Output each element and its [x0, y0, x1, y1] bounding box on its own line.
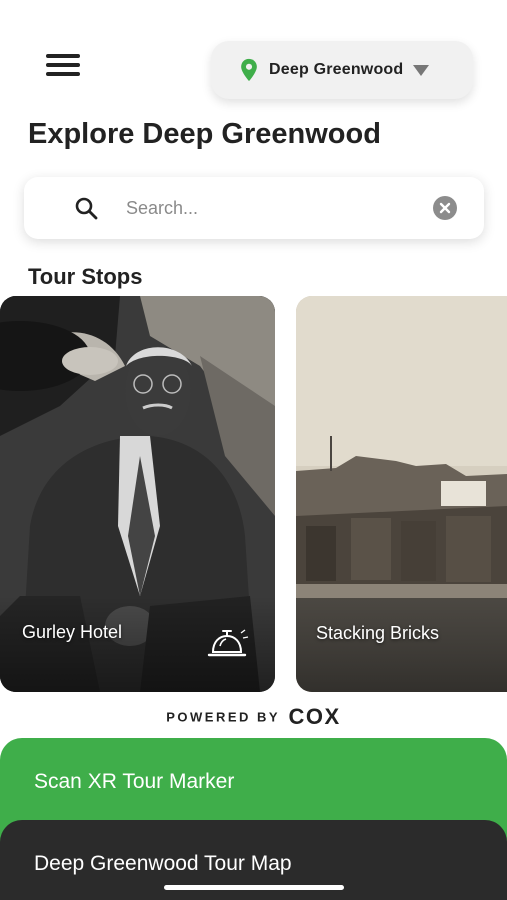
- tour-stop-card-gurley-hotel[interactable]: Gurley Hotel: [0, 296, 275, 692]
- brand-logo: COX: [288, 704, 341, 729]
- powered-by: POWERED BY COX: [0, 704, 507, 730]
- search-input[interactable]: [126, 193, 426, 223]
- search-icon: [75, 197, 98, 220]
- location-name: Deep Greenwood: [269, 61, 404, 78]
- card-label: Gurley Hotel: [22, 622, 123, 642]
- hamburger-menu-icon[interactable]: [44, 52, 84, 78]
- scan-button-label: Scan XR Tour Marker: [34, 770, 235, 793]
- clear-circle-icon[interactable]: [433, 196, 457, 220]
- tour-stops-heading: Tour Stops: [28, 264, 143, 289]
- tour-stop-card-stacking-bricks[interactable]: Stacking Bricks: [296, 296, 507, 692]
- page-title: Explore Deep Greenwood: [28, 118, 381, 150]
- location-selector[interactable]: Deep Greenwood: [211, 41, 473, 99]
- powered-by-text: POWERED BY: [166, 709, 281, 725]
- map-pin-icon: [241, 58, 257, 82]
- home-indicator[interactable]: [164, 885, 344, 890]
- caret-down-icon: [413, 64, 430, 76]
- card-label: Stacking Bricks: [316, 623, 440, 643]
- service-bell-icon: [207, 629, 249, 657]
- map-button-label: Deep Greenwood Tour Map: [34, 852, 292, 875]
- search-bar: [24, 177, 484, 239]
